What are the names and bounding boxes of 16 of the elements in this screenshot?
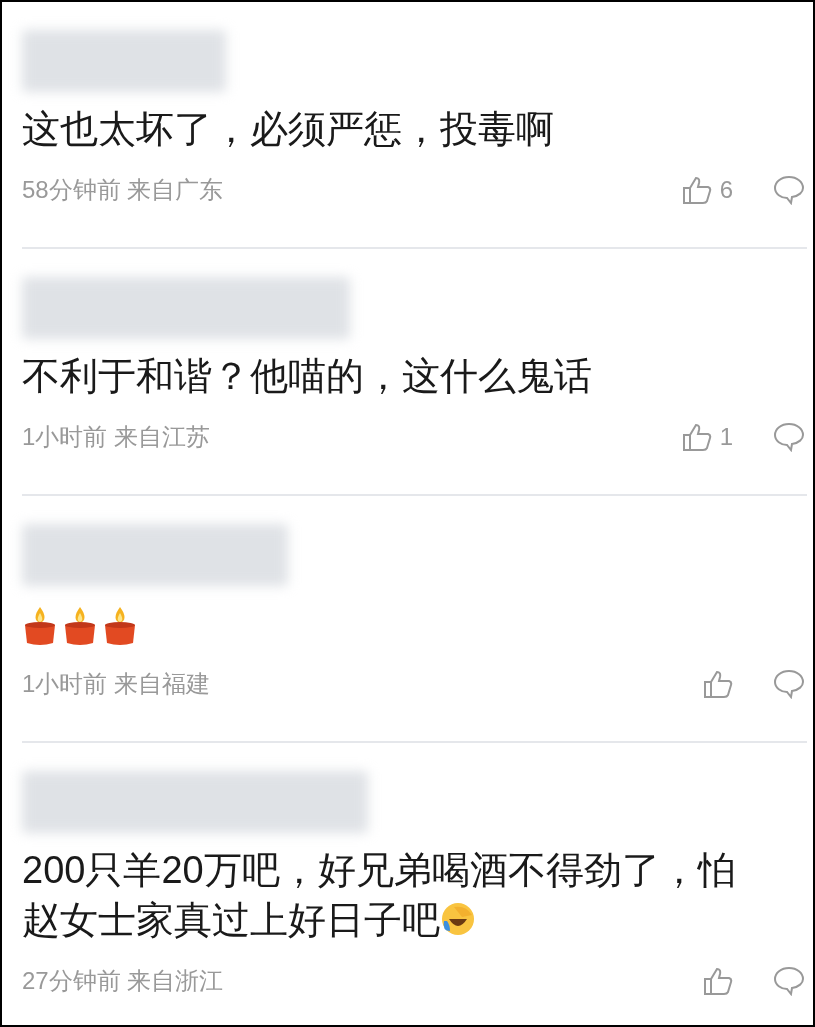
comment-meta: 58分钟前 来自广东 (22, 175, 224, 205)
comment-icon[interactable] (773, 966, 805, 996)
comment-icon[interactable] (773, 175, 805, 205)
like-button[interactable]: 6 (681, 172, 733, 208)
like-button[interactable] (703, 966, 733, 996)
comment-meta: 27分钟前 来自浙江 (22, 966, 224, 996)
comment-meta: 1小时前 来自福建 (22, 669, 210, 699)
comment-text: 200只羊20万吧，好兄弟喝酒不得劲了，怕赵女士家真过上好日子吧 (22, 848, 737, 943)
laughing-crying-face-icon (440, 901, 476, 937)
like-button[interactable] (703, 669, 733, 699)
comment-text: 不利于和谐？他喵的，这什么鬼话 (22, 354, 593, 399)
comment-icon[interactable] (773, 422, 805, 452)
comment-icon[interactable] (773, 669, 805, 699)
like-button[interactable]: 1 (681, 419, 733, 455)
comment-meta: 1小时前 来自江苏 (22, 422, 210, 452)
comment-text: 这也太坏了，必须严惩，投毒啊 (22, 107, 555, 152)
